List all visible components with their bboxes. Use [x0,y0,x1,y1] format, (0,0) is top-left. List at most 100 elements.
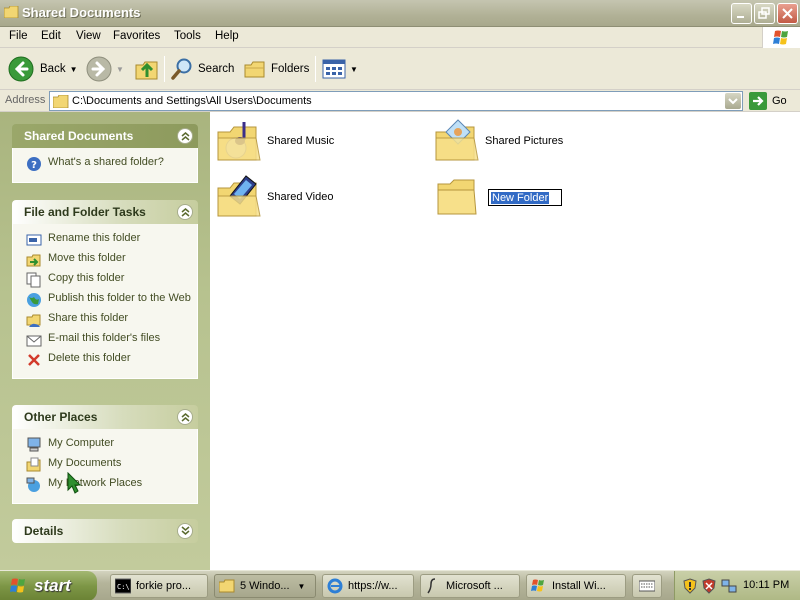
windows-logo [762,27,800,48]
taskbar-item-label: 5 Windo... [240,580,290,592]
chevron-up-icon [181,413,190,422]
close-icon [782,8,793,19]
sidebar-item-label: Rename this folder [48,232,141,244]
address-bar: Address C:\Documents and Settings\All Us… [0,90,800,112]
collapse-button[interactable] [177,128,193,144]
cmd-icon: C:\ [115,578,131,594]
folder-label: Shared Music [267,135,335,147]
sidebar-item-label: What's a shared folder? [48,156,164,168]
expand-button[interactable] [177,523,193,539]
folders-icon [244,61,265,78]
shared-documents-pane-header[interactable]: Shared Documents [12,124,198,148]
rename-field[interactable]: New Folder [488,188,562,206]
toolbar: Back ▼ ▼ Search Folders ▼ [0,48,800,90]
collapse-button[interactable] [177,204,193,220]
keyboard-icon [639,580,655,592]
folder-shared-pictures[interactable]: Shared Pictures [434,118,563,164]
sidebar-item-label: Publish this folder to the Web [48,292,191,304]
globe-icon [27,293,41,307]
sidebar-item-whats-shared-folder[interactable]: ? What's a shared folder? [13,154,197,174]
go-arrow-icon [749,92,767,110]
folder-shared-video[interactable]: Shared Video [216,174,333,220]
svg-text:C:\: C:\ [117,583,130,591]
back-label: Back [40,63,66,75]
folders-button[interactable]: Folders [243,54,309,84]
menu-help[interactable]: Help [215,30,239,42]
taskbar-item-label: https://w... [348,580,398,592]
start-label: start [34,576,71,595]
computer-icon [27,437,41,452]
sidebar-item-rename[interactable]: Rename this folder [13,230,197,250]
file-folder-tasks-header[interactable]: File and Folder Tasks [12,200,198,224]
details-pane: Details [12,519,198,543]
sidebar-item-label: My Network Places [48,477,143,489]
windows-flag-icon [10,578,25,593]
address-label: Address [5,94,46,106]
task-pane: Shared Documents ? What's a shared folde… [0,112,210,570]
up-folder-button[interactable] [135,54,159,84]
address-value: C:\Documents and Settings\All Users\Docu… [72,95,312,107]
menu-file[interactable]: File [9,30,28,42]
sidebar-item-my-computer[interactable]: My Computer [13,435,197,455]
sidebar-item-publish[interactable]: Publish this folder to the Web [13,290,197,310]
sidebar-item-share[interactable]: Share this folder [13,310,197,330]
sidebar-item-move[interactable]: Move this folder [13,250,197,270]
sidebar-item-my-network-places[interactable]: My Network Places [13,475,197,495]
sidebar-item-email[interactable]: E-mail this folder's files [13,330,197,350]
menu-bar: File Edit View Favorites Tools Help [0,27,800,48]
taskbar-item-script[interactable]: Microsoft ... [420,574,520,598]
folder-view[interactable]: Shared Music Shared Pictures Shared Vide… [210,112,800,570]
go-button[interactable]: Go [749,92,787,110]
address-input[interactable]: C:\Documents and Settings\All Users\Docu… [49,91,743,111]
start-button[interactable]: start [0,571,97,600]
collapse-button[interactable] [177,409,193,425]
back-button[interactable]: Back ▼ [8,54,78,84]
antivirus-shield-icon[interactable] [702,578,716,594]
chevron-down-icon: ▼ [297,581,306,591]
email-icon [26,335,42,347]
file-folder-tasks-pane: File and Folder Tasks Rename this folder… [12,200,198,379]
sidebar-item-delete[interactable]: Delete this folder [13,350,197,370]
other-places-header[interactable]: Other Places [12,405,198,429]
forward-button[interactable]: ▼ [86,54,124,84]
security-shield-icon[interactable] [683,578,697,594]
menu-edit[interactable]: Edit [41,30,61,42]
folder-shared-music[interactable]: Shared Music [216,118,334,164]
menu-favorites[interactable]: Favorites [113,30,160,42]
window-title: Shared Documents [22,5,141,20]
taskbar-item-cmd[interactable]: C:\ forkie pro... [110,574,208,598]
keyboard-language-button[interactable] [632,574,662,598]
folder-label: Shared Video [267,191,334,203]
forward-arrow-icon [86,56,112,82]
menu-view[interactable]: View [76,30,101,42]
script-icon [427,578,436,594]
menu-tools[interactable]: Tools [174,30,201,42]
details-header[interactable]: Details [12,519,198,543]
sidebar-item-copy[interactable]: Copy this folder [13,270,197,290]
search-icon [171,58,192,80]
other-places-pane: Other Places My Computer My Documents My… [12,405,198,504]
svg-text:?: ? [31,160,37,171]
chevron-up-icon [181,132,190,141]
sidebar-item-my-documents[interactable]: My Documents [13,455,197,475]
clock[interactable]: 10:11 PM [743,579,789,591]
views-button[interactable]: ▼ [322,54,358,84]
delete-icon [28,354,40,366]
rename-icon [26,234,42,246]
folder-icon [219,579,235,593]
folder-new-folder[interactable]: New Folder [434,174,562,220]
address-dropdown-button[interactable] [725,93,741,109]
title-bar[interactable]: Shared Documents [0,0,800,27]
installer-icon [531,579,544,592]
sidebar-item-label: Copy this folder [48,272,125,284]
chevron-down-icon: ▼ [350,64,358,74]
folder-icon [53,95,69,108]
close-button[interactable] [777,3,798,24]
network-connection-icon[interactable] [721,578,737,594]
search-button[interactable]: Search [170,54,234,84]
taskbar-item-explorer[interactable]: 5 Windo... ▼ [214,574,316,598]
taskbar-item-ie[interactable]: https://w... [322,574,414,598]
maximize-button[interactable] [754,3,775,24]
minimize-button[interactable] [731,3,752,24]
taskbar-item-installer[interactable]: Install Wi... [526,574,626,598]
